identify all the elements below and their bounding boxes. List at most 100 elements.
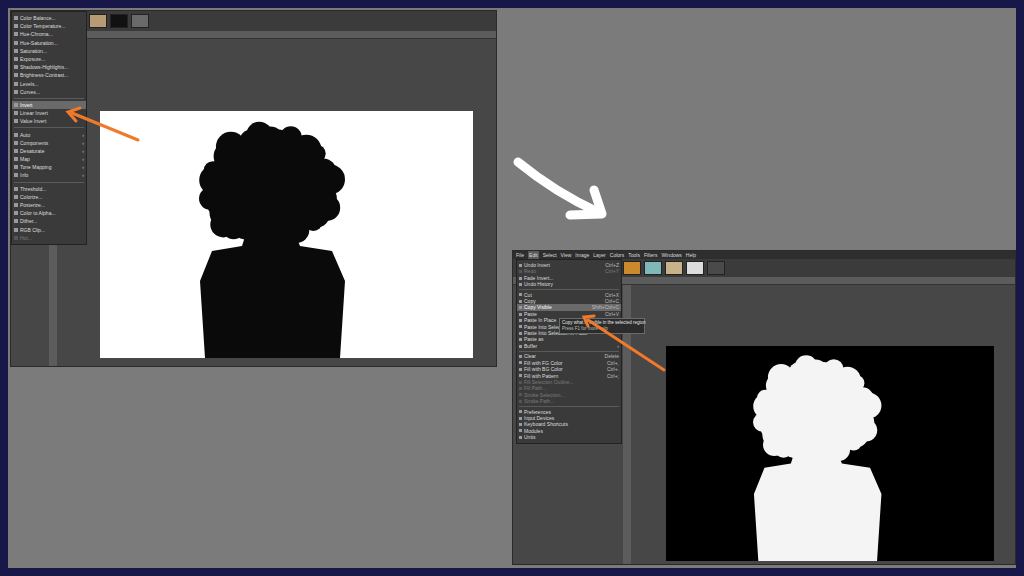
menu-item-icon — [519, 429, 522, 432]
menu-item: Fill Path... — [517, 385, 621, 391]
menu-item[interactable]: Desaturate› — [12, 147, 86, 155]
menu-item-label: Redo — [524, 268, 599, 274]
menu-item-label: Dither... — [20, 217, 84, 225]
menu-item[interactable]: RGB Clip... — [12, 226, 86, 234]
menu-item-icon — [14, 133, 18, 137]
gimp-window-invert: Color Balance...Color Temperature...Hue-… — [10, 10, 497, 367]
menu-item-label: Invert — [20, 101, 84, 109]
menu-item-icon — [14, 82, 18, 86]
menubar-item[interactable]: Tools — [628, 251, 640, 259]
menu-item[interactable]: Curves... — [12, 88, 86, 96]
menu-item[interactable]: Undo History — [517, 281, 621, 287]
menu-item-icon — [14, 187, 18, 191]
menu-item-label: Paste as — [524, 336, 611, 342]
menu-item[interactable]: Keyboard Shortcuts — [517, 421, 621, 427]
menu-item-icon — [519, 361, 522, 364]
menu-item[interactable]: ClearDelete — [517, 353, 621, 359]
layer-thumbnail[interactable] — [89, 14, 107, 28]
menu-item[interactable]: Shadows-Highlights... — [12, 63, 86, 71]
menubar-item[interactable]: Layer — [593, 251, 606, 259]
menu-item-icon — [14, 73, 18, 77]
menubar-item[interactable]: Select — [543, 251, 557, 259]
menu-item[interactable]: Invert — [12, 101, 86, 109]
menu-item[interactable]: Info› — [12, 171, 86, 179]
menubar-item[interactable]: Edit — [528, 251, 539, 259]
menu-item[interactable]: Color Balance... — [12, 14, 86, 22]
separator-line — [14, 98, 84, 99]
menu-item[interactable]: Paste as› — [517, 336, 621, 342]
menu-item-icon — [14, 41, 18, 45]
submenu-arrow-icon: › — [78, 139, 84, 147]
menu-item: Hot... — [12, 234, 86, 242]
menu-item-icon — [519, 374, 522, 377]
menu-item-icon — [14, 219, 18, 223]
menubar-item[interactable]: Image — [575, 251, 589, 259]
layer-thumbnail[interactable] — [707, 261, 725, 275]
image-canvas[interactable] — [666, 346, 994, 561]
menu-item[interactable]: Auto› — [12, 130, 86, 138]
menu-item[interactable]: Fade Invert... — [517, 275, 621, 281]
submenu-arrow-icon: › — [78, 155, 84, 163]
menubar-item[interactable]: Windows — [662, 251, 682, 259]
menu-item[interactable]: Hue-Saturation... — [12, 39, 86, 47]
menu-item-icon — [519, 338, 522, 341]
menu-item[interactable]: Map› — [12, 155, 86, 163]
menu-item[interactable]: Brightness-Contrast... — [12, 71, 86, 79]
menu-item-label: Info — [20, 171, 76, 179]
menu-item[interactable]: Linear Invert — [12, 109, 86, 117]
menu-item[interactable]: PasteCtrl+V — [517, 311, 621, 317]
menubar-item[interactable]: Help — [686, 251, 696, 259]
layer-thumbnail[interactable] — [644, 261, 662, 275]
menu-item[interactable]: Components› — [12, 139, 86, 147]
menu-item[interactable]: Input Devices — [517, 415, 621, 421]
menu-separator — [517, 405, 621, 409]
menu-item[interactable]: Fill with PatternCtrl+; — [517, 373, 621, 379]
menu-item[interactable]: Value Invert — [12, 117, 86, 125]
layer-thumbnail[interactable] — [665, 261, 683, 275]
menu-item-icon — [14, 32, 18, 36]
menu-item[interactable]: Dither... — [12, 217, 86, 225]
separator-line — [14, 127, 84, 128]
menu-item-label: Saturation... — [20, 47, 84, 55]
menu-item[interactable]: Hue-Chroma... — [12, 30, 86, 38]
menu-item[interactable]: Fill with FG ColorCtrl+, — [517, 360, 621, 366]
menu-item-label: Copy Visible — [524, 304, 586, 310]
submenu-arrow-icon: › — [78, 147, 84, 155]
menu-item-label: Brightness-Contrast... — [20, 71, 84, 79]
layer-thumbnail[interactable] — [110, 14, 128, 28]
menubar-item[interactable]: Colors — [610, 251, 624, 259]
menu-shortcut: Ctrl+Y — [601, 268, 619, 274]
menu-item[interactable]: Saturation... — [12, 47, 86, 55]
menubar-item[interactable]: View — [561, 251, 572, 259]
menu-item[interactable]: Levels... — [12, 80, 86, 88]
menu-item-icon — [519, 293, 522, 296]
menu-item[interactable]: CutCtrl+X — [517, 292, 621, 298]
menu-item[interactable]: Color to Alpha... — [12, 209, 86, 217]
menubar-item[interactable]: File — [516, 251, 524, 259]
menu-item-icon — [14, 195, 18, 199]
menu-item[interactable]: Buffer› — [517, 343, 621, 349]
menu-item[interactable]: Units — [517, 434, 621, 440]
menu-item[interactable]: Copy VisibleShift+Ctrl+C — [517, 304, 621, 310]
menu-item-icon — [519, 332, 522, 335]
image-canvas[interactable] — [100, 111, 473, 358]
orange-arrow-icon — [68, 108, 138, 140]
menu-item[interactable]: Tone Mapping› — [12, 163, 86, 171]
menu-item[interactable]: Modules — [517, 428, 621, 434]
menu-item[interactable]: Undo InvertCtrl+Z — [517, 262, 621, 268]
menu-item-label: Hue-Chroma... — [20, 30, 84, 38]
submenu-arrow-icon: › — [613, 336, 619, 342]
layer-thumbnail[interactable] — [686, 261, 704, 275]
menu-item[interactable]: Preferences — [517, 409, 621, 415]
menu-item[interactable]: Threshold... — [12, 185, 86, 193]
menu-item[interactable]: Exposure... — [12, 55, 86, 63]
menu-item[interactable]: Colorize... — [12, 193, 86, 201]
menubar-item[interactable]: Filters — [644, 251, 658, 259]
menu-item[interactable]: Color Temperature... — [12, 22, 86, 30]
menu-item[interactable]: Posterize... — [12, 201, 86, 209]
layer-thumbnail[interactable] — [131, 14, 149, 28]
menu-item[interactable]: Fill with BG ColorCtrl+. — [517, 366, 621, 372]
layer-thumbnail[interactable] — [623, 261, 641, 275]
menu-item-label: Hot... — [20, 234, 84, 242]
orange-arrow-icon — [584, 316, 664, 370]
